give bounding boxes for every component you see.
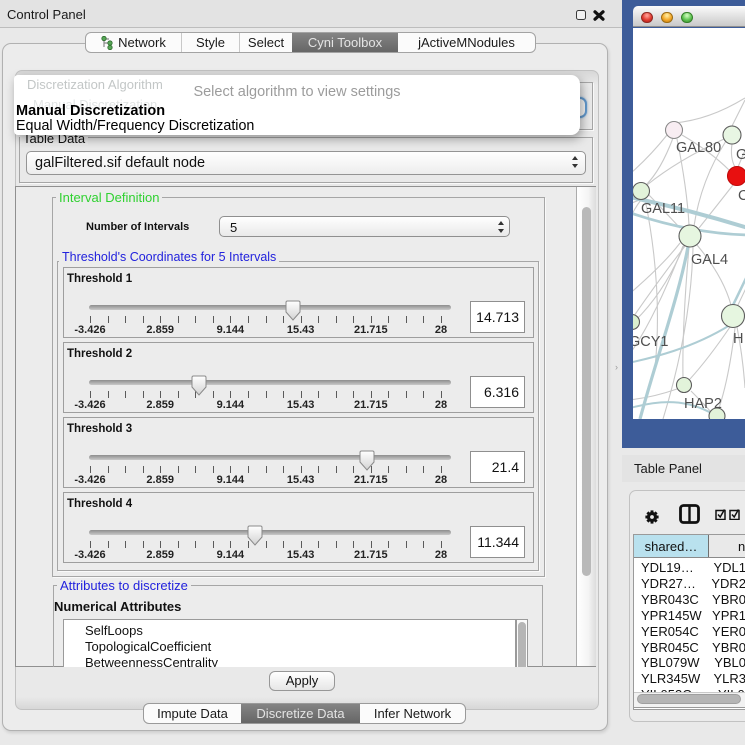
- svg-text:H: H: [733, 331, 743, 347]
- svg-text:GAL80: GAL80: [676, 140, 721, 156]
- svg-text:GAL4: GAL4: [691, 252, 728, 268]
- svg-text:GA: GA: [736, 147, 745, 163]
- svg-text:HAP2: HAP2: [684, 396, 722, 412]
- svg-text:GAL11: GAL11: [641, 201, 685, 217]
- svg-text:C: C: [738, 188, 745, 204]
- svg-text:GCY1: GCY1: [633, 334, 669, 350]
